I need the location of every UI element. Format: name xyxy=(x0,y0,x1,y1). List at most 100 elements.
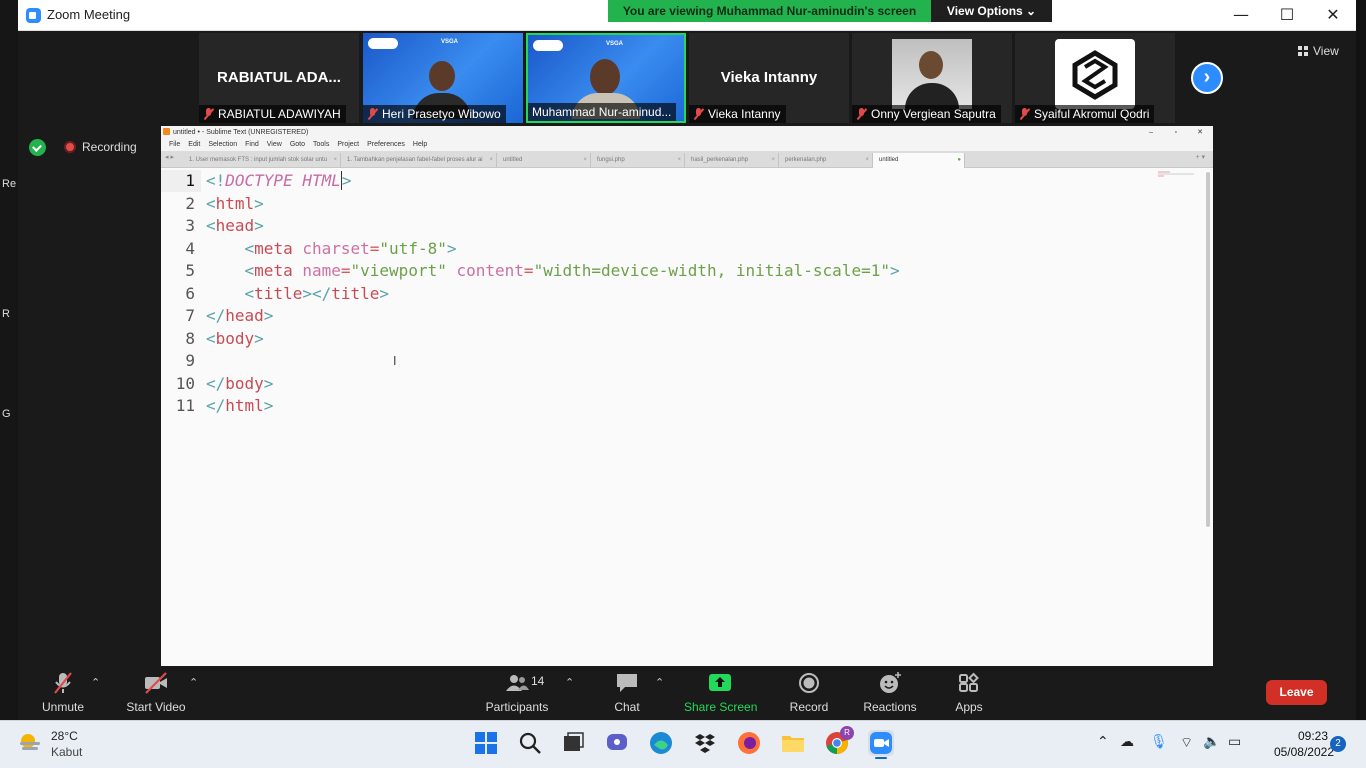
video-banner-logo xyxy=(368,38,398,49)
participant-tile[interactable]: Vieka Intanny Vieka Intanny xyxy=(689,33,849,123)
edge-browser-icon[interactable] xyxy=(648,730,674,756)
participant-display-name: RABIATUL ADA... xyxy=(217,69,341,86)
tab-close-icon: × xyxy=(865,157,869,163)
window-title: Zoom Meeting xyxy=(47,7,131,22)
view-options-button[interactable]: View Options ⌄ xyxy=(931,0,1052,22)
line-number: 7 xyxy=(185,306,195,325)
participant-name-label: Syaiful Akromul Qodri xyxy=(1015,105,1155,123)
zoom-taskbar-icon[interactable] xyxy=(868,730,894,759)
screen-share-banner: You are viewing Muhammad Nur-aminudin's … xyxy=(608,0,931,22)
grid-icon xyxy=(1298,46,1308,56)
reactions-label: Reactions xyxy=(863,700,917,714)
chat-button[interactable]: Chat xyxy=(608,672,646,714)
line-number: 8 xyxy=(185,328,195,348)
teams-chat-icon[interactable] xyxy=(604,730,630,756)
participant-tile-active-speaker[interactable]: VSGA Muhammad Nur-aminud... xyxy=(526,33,686,123)
desktop-text-fragment: G xyxy=(2,408,11,420)
participant-name: Heri Prasetyo Wibowo xyxy=(382,107,501,121)
participant-name: RABIATUL ADAWIYAH xyxy=(218,107,341,121)
weather-description: Kabut xyxy=(51,745,83,759)
close-button[interactable]: ✕ xyxy=(1310,5,1356,27)
chat-bubble-icon xyxy=(617,674,637,692)
chrome-icon[interactable]: R xyxy=(824,726,854,756)
video-camera-off-icon xyxy=(145,672,167,694)
firefox-icon[interactable] xyxy=(736,730,762,756)
unmute-button[interactable]: Unmute xyxy=(40,672,86,714)
windows-start-icon[interactable] xyxy=(473,730,499,756)
speaker-icon[interactable]: 🔈 xyxy=(1203,734,1220,750)
taskbar-date[interactable]: 05/08/2022 xyxy=(1254,745,1334,759)
tab-menu-icon: + ▾ xyxy=(1195,154,1205,161)
line-number: 9 xyxy=(185,351,195,370)
file-explorer-icon[interactable] xyxy=(780,730,806,756)
dropbox-icon[interactable] xyxy=(692,730,718,756)
tab-label: hasil_perkenalan.php xyxy=(691,157,749,163)
minimize-button[interactable]: — xyxy=(1218,5,1264,27)
participants-button[interactable]: 14 Participants xyxy=(484,672,550,714)
search-icon[interactable] xyxy=(517,730,543,756)
tab-scroll-arrows-icon: ◂ ▸ xyxy=(165,154,174,161)
desktop-background-left: Re R G xyxy=(0,0,18,720)
zoom-logo-icon xyxy=(26,8,41,23)
code-line: <!DOCTYPE HTML> xyxy=(206,171,352,190)
code-line: <head> xyxy=(206,216,264,235)
participants-options-chevron-up-icon[interactable]: ⌃ xyxy=(565,676,574,689)
share-screen-button[interactable]: Share Screen xyxy=(684,672,757,714)
participant-name-label: Muhammad Nur-aminud... xyxy=(528,103,677,121)
sublime-tab-bar: ◂ ▸ 1. User memasok FTS : input jumlah s… xyxy=(161,151,1213,168)
hexagon-logo-icon xyxy=(1072,50,1118,100)
sublime-logo-icon xyxy=(163,128,170,135)
apps-button[interactable]: Apps xyxy=(954,672,984,714)
chevron-up-icon[interactable]: ⌃ xyxy=(1097,734,1109,750)
microphone-icon[interactable]: 🎙 xyxy=(1150,734,1168,750)
editor-tab: 1. User memasok FTS : input jumlah stok … xyxy=(183,153,341,168)
zoom-window: Zoom Meeting — ☐ ✕ You are viewing Muham… xyxy=(18,0,1356,720)
audio-options-chevron-up-icon[interactable]: ⌃ xyxy=(91,676,100,689)
unmute-label: Unmute xyxy=(41,700,85,714)
tab-close-icon: × xyxy=(489,157,493,163)
record-button[interactable]: Record xyxy=(786,672,832,714)
sublime-minimize-icon: – xyxy=(1149,129,1153,136)
maximize-button[interactable]: ☐ xyxy=(1264,5,1310,27)
participant-name-label: Vieka Intanny xyxy=(689,105,786,123)
video-banner-text: VSGA xyxy=(441,39,459,45)
participant-name-label: Heri Prasetyo Wibowo xyxy=(363,105,506,123)
line-number: 5 xyxy=(185,261,195,280)
participant-tile[interactable]: Syaiful Akromul Qodri xyxy=(1015,33,1175,123)
notification-count-badge[interactable]: 2 xyxy=(1330,736,1346,752)
battery-icon[interactable]: ▭ xyxy=(1228,734,1241,750)
editor-tab: hasil_perkenalan.php × xyxy=(685,153,779,168)
view-button[interactable]: View xyxy=(1298,44,1339,58)
mic-muted-icon xyxy=(203,108,214,120)
mic-muted-icon xyxy=(367,108,378,120)
start-video-button[interactable]: Start Video xyxy=(126,672,186,714)
chevron-right-icon[interactable]: › xyxy=(1191,62,1223,94)
active-app-indicator xyxy=(875,757,887,759)
chat-options-chevron-up-icon[interactable]: ⌃ xyxy=(655,676,664,689)
tab-close-icon: × xyxy=(583,157,587,163)
cloud-icon[interactable]: ☁ xyxy=(1120,734,1134,750)
participant-tile[interactable]: VSGA Heri Prasetyo Wibowo xyxy=(363,33,523,123)
task-view-icon[interactable] xyxy=(560,730,586,756)
leave-meeting-button[interactable]: Leave xyxy=(1266,680,1327,705)
video-options-chevron-up-icon[interactable]: ⌃ xyxy=(189,676,198,689)
participant-avatar xyxy=(1055,39,1135,109)
sublime-menu-bar: File Edit Selection Find View Goto Tools… xyxy=(161,139,1213,151)
participant-tile[interactable]: RABIATUL ADA... RABIATUL ADAWIYAH xyxy=(199,33,359,123)
video-banner-logo xyxy=(533,40,563,51)
line-number: 2 xyxy=(185,193,195,213)
tab-close-icon: × xyxy=(333,157,337,163)
participant-display-name: Vieka Intanny xyxy=(720,69,818,86)
editor-tab: perkenalan.php × xyxy=(779,153,873,168)
tab-close-icon: × xyxy=(771,157,775,163)
wifi-icon[interactable]: ⌔ xyxy=(1180,734,1193,752)
editor-tab: 1. Tambahkan penjelasan fabel-fabel pros… xyxy=(341,153,497,168)
apps-label: Apps xyxy=(955,700,983,714)
weather-fog-icon[interactable] xyxy=(18,732,42,754)
tab-label: untitled xyxy=(879,157,899,163)
participant-tile[interactable]: Onny Vergiean Saputra xyxy=(852,33,1012,123)
tab-label: 1. User memasok FTS : input jumlah stok … xyxy=(189,157,328,163)
reactions-button[interactable]: Reactions xyxy=(861,672,919,714)
security-shield-icon xyxy=(29,139,46,156)
person-head xyxy=(429,61,455,91)
